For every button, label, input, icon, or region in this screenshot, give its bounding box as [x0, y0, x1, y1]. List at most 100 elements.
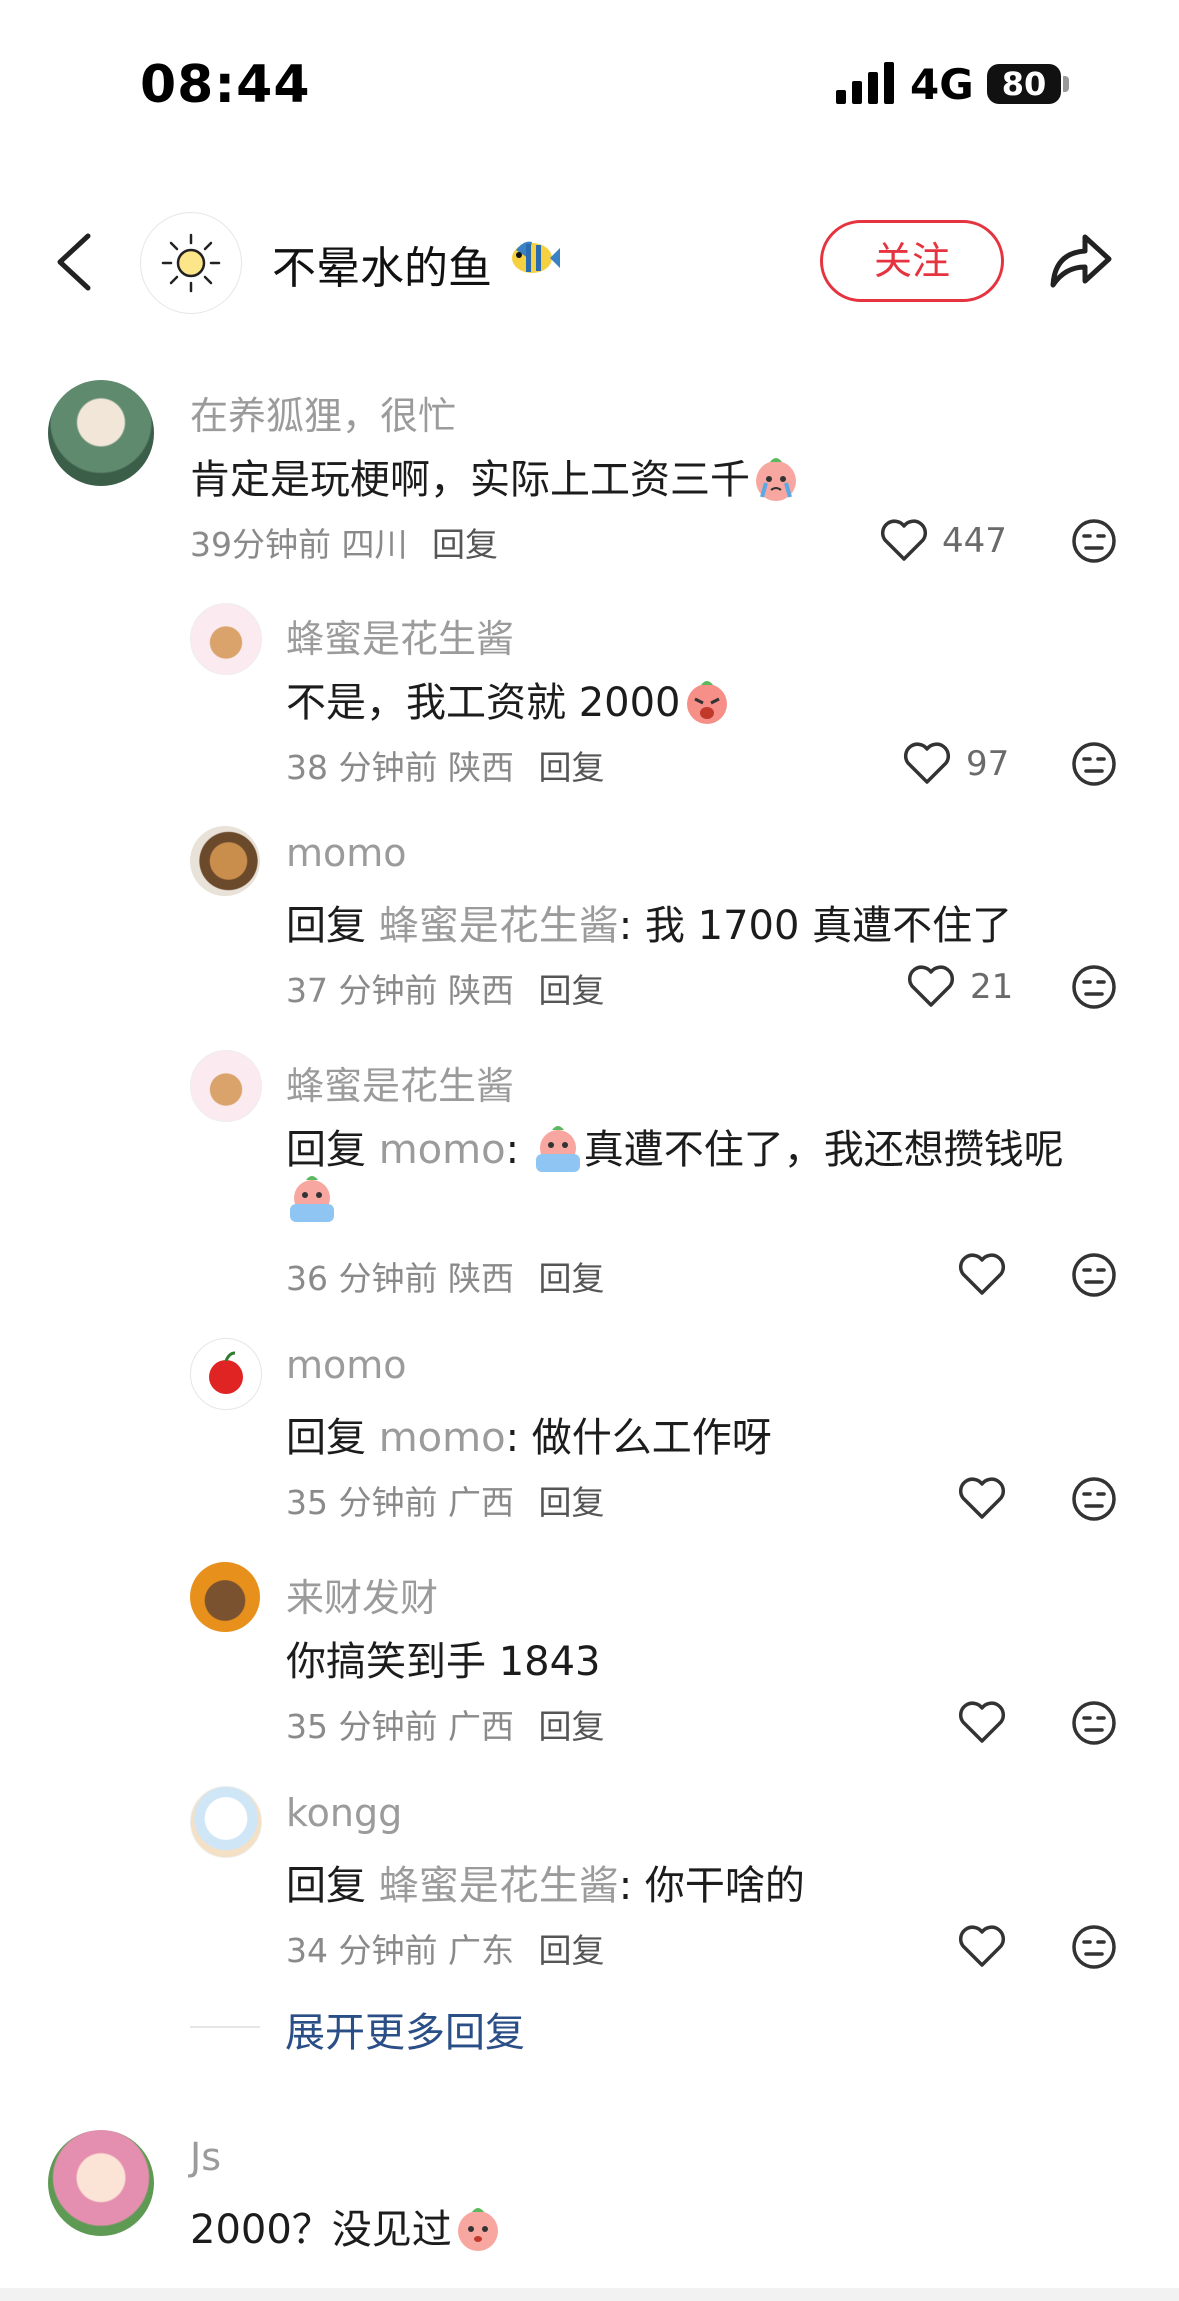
- battery-tip: [1063, 76, 1069, 92]
- heart-icon[interactable]: [958, 1700, 1006, 1744]
- comment-text: 回复 蜂蜜是花生酱: 你干啥的: [286, 1853, 805, 1911]
- comment-location: 陕西: [447, 971, 514, 1010]
- heart-icon[interactable]: [958, 1476, 1006, 1520]
- like-count: 447: [942, 521, 1007, 561]
- comment-time: 35 分钟前: [286, 1707, 438, 1746]
- avatar[interactable]: [48, 2130, 154, 2236]
- reply-target[interactable]: momo: [379, 1127, 506, 1173]
- reply-target[interactable]: 蜂蜜是花生酱: [379, 903, 619, 949]
- comment-author[interactable]: 蜂蜜是花生酱: [286, 608, 514, 663]
- apple-icon: [209, 1351, 243, 1394]
- comment-time: 35 分钟前: [286, 1483, 438, 1522]
- dislike-face-icon[interactable]: [1070, 740, 1118, 788]
- comment-text: 回复 蜂蜜是花生酱: 我 1700 真遭不住了: [286, 893, 1012, 951]
- comment-author[interactable]: Js: [190, 2135, 221, 2179]
- comment-location: 广东: [447, 1931, 514, 1970]
- status-time: 08:44: [140, 55, 311, 115]
- follow-button[interactable]: 关注: [820, 220, 1004, 302]
- author-avatar[interactable]: [140, 212, 242, 314]
- heart-icon[interactable]: [958, 1252, 1006, 1296]
- back-icon[interactable]: [52, 232, 96, 292]
- avatar[interactable]: [190, 1338, 262, 1410]
- comment-author[interactable]: kongg: [286, 1791, 402, 1835]
- dislike-face-icon[interactable]: [1070, 1699, 1118, 1747]
- comment-author[interactable]: momo: [286, 1343, 407, 1387]
- battery-icon: 80: [987, 64, 1061, 104]
- comment-text-content: :: [505, 1127, 532, 1173]
- comment-text-content: : 你干啥的: [618, 1863, 805, 1909]
- heart-icon[interactable]: [958, 1924, 1006, 1968]
- avatar[interactable]: [48, 380, 154, 486]
- avatar[interactable]: [190, 1562, 260, 1632]
- sun-icon: [161, 233, 221, 293]
- comment-text: 2000？没见过: [190, 2197, 504, 2255]
- bottom-divider: [0, 2288, 1179, 2301]
- reply-button[interactable]: 回复: [538, 971, 604, 1010]
- reply-button[interactable]: 回复: [538, 1707, 604, 1746]
- author-name[interactable]: 不晕水的鱼: [272, 232, 492, 296]
- comment-author[interactable]: 在养狐狸，很忙: [190, 385, 456, 440]
- comment-author[interactable]: momo: [286, 831, 407, 875]
- reply-button[interactable]: 回复: [538, 748, 604, 787]
- comment-time: 36 分钟前: [286, 1259, 438, 1298]
- comment-time: 37 分钟前: [286, 971, 438, 1010]
- expand-replies-button[interactable]: 展开更多回复: [285, 2000, 525, 2058]
- reply-button[interactable]: 回复: [538, 1931, 604, 1970]
- comment-text: 你搞笑到手 1843: [286, 1629, 601, 1687]
- comment-meta: 35 分钟前 广西 回复: [286, 1476, 604, 1524]
- reply-button[interactable]: 回复: [538, 1259, 604, 1298]
- share-icon[interactable]: [1045, 225, 1115, 295]
- comment-meta: 38 分钟前 陕西 回复: [286, 741, 604, 789]
- network-label: 4G: [910, 60, 974, 109]
- reply-button[interactable]: 回复: [432, 525, 498, 564]
- comment-location: 广西: [447, 1707, 514, 1746]
- reply-button[interactable]: 回复: [538, 1483, 604, 1522]
- like-count: 97: [966, 744, 1010, 784]
- comment-meta: 35 分钟前 广西 回复: [286, 1700, 604, 1748]
- avatar[interactable]: [190, 1786, 262, 1858]
- reply-prefix: 回复: [286, 1415, 366, 1461]
- comment-author[interactable]: 来财发财: [286, 1567, 438, 1622]
- heart-icon[interactable]: [907, 964, 955, 1008]
- comment-author[interactable]: 蜂蜜是花生酱: [286, 1055, 514, 1110]
- comment-time: 38 分钟前: [286, 748, 438, 787]
- comment-location: 四川: [341, 525, 408, 564]
- reply-target[interactable]: 蜂蜜是花生酱: [379, 1863, 619, 1909]
- comment-meta: 39分钟前 四川 回复: [190, 518, 498, 566]
- dislike-face-icon[interactable]: [1070, 1475, 1118, 1523]
- avatar[interactable]: [190, 826, 260, 896]
- comment-time: 34 分钟前: [286, 1931, 438, 1970]
- reply-prefix: 回复: [286, 1127, 366, 1173]
- comment-text-content: 不是，我工资就 2000: [286, 680, 681, 726]
- crying-peach-emoji: [290, 1176, 334, 1222]
- comment-text: 肯定是玩梗啊，实际上工资三千: [190, 447, 802, 505]
- comment-meta: 34 分钟前 广东 回复: [286, 1924, 604, 1972]
- comment-text-content: 你搞笑到手 1843: [286, 1639, 601, 1685]
- dislike-face-icon[interactable]: [1070, 1923, 1118, 1971]
- reply-prefix: 回复: [286, 903, 366, 949]
- comment-location: 陕西: [447, 1259, 514, 1298]
- dislike-face-icon[interactable]: [1070, 1251, 1118, 1299]
- comment-meta: 36 分钟前 陕西 回复: [286, 1252, 604, 1300]
- comment-text-content: : 我 1700 真遭不住了: [618, 903, 1013, 949]
- comment-time: 39分钟前: [190, 525, 331, 564]
- heart-icon[interactable]: [880, 518, 928, 562]
- comment-text-content: 肯定是玩梗啊，实际上工资三千: [190, 457, 750, 503]
- avatar[interactable]: [190, 603, 262, 675]
- comment-text-content: 真遭不住了，我还想攒钱呢: [583, 1127, 1064, 1173]
- heart-icon[interactable]: [903, 741, 951, 785]
- comment-meta: 37 分钟前 陕西 回复: [286, 964, 604, 1012]
- signal-icon: [836, 62, 894, 104]
- dislike-face-icon[interactable]: [1070, 963, 1118, 1011]
- comment-location: 陕西: [447, 748, 514, 787]
- comment-text-content: : 做什么工作呀: [505, 1415, 772, 1461]
- reply-prefix: 回复: [286, 1863, 366, 1909]
- comment-location: 广西: [447, 1483, 514, 1522]
- fish-emoji: [512, 241, 560, 273]
- reply-target[interactable]: momo: [379, 1415, 506, 1461]
- comment-text-content: 2000？没见过: [190, 2207, 452, 2253]
- avatar[interactable]: [190, 1050, 262, 1122]
- crying-peach-emoji: [756, 458, 796, 501]
- expand-divider: [190, 2026, 260, 2028]
- dislike-face-icon[interactable]: [1070, 517, 1118, 565]
